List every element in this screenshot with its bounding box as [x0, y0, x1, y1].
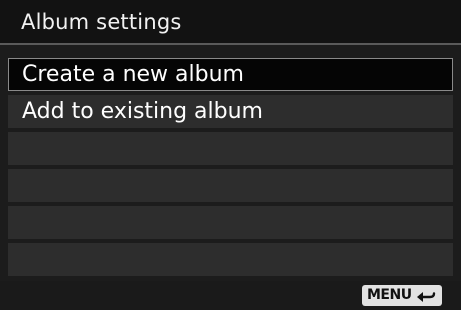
header-bar: Album settings — [0, 0, 461, 43]
menu-item-add-to-existing-album[interactable]: Add to existing album — [8, 95, 453, 128]
menu-item-empty — [8, 243, 453, 276]
menu-item-empty — [8, 169, 453, 202]
menu-button-label: MENU — [367, 287, 412, 303]
menu-item-empty — [8, 132, 453, 165]
return-arrow-icon — [416, 289, 436, 303]
menu-item-empty — [8, 206, 453, 239]
menu-item-create-new-album[interactable]: Create a new album — [8, 58, 453, 91]
camera-screen: Album settings Create a new album Add to… — [0, 0, 461, 310]
menu-list: Create a new album Add to existing album — [8, 58, 453, 280]
header-divider — [0, 43, 461, 45]
menu-item-label: Add to existing album — [22, 99, 263, 124]
menu-item-label: Create a new album — [22, 62, 244, 87]
page-title: Album settings — [21, 10, 182, 34]
footer-bar: MENU — [0, 281, 461, 310]
menu-back-button[interactable]: MENU — [362, 285, 442, 306]
